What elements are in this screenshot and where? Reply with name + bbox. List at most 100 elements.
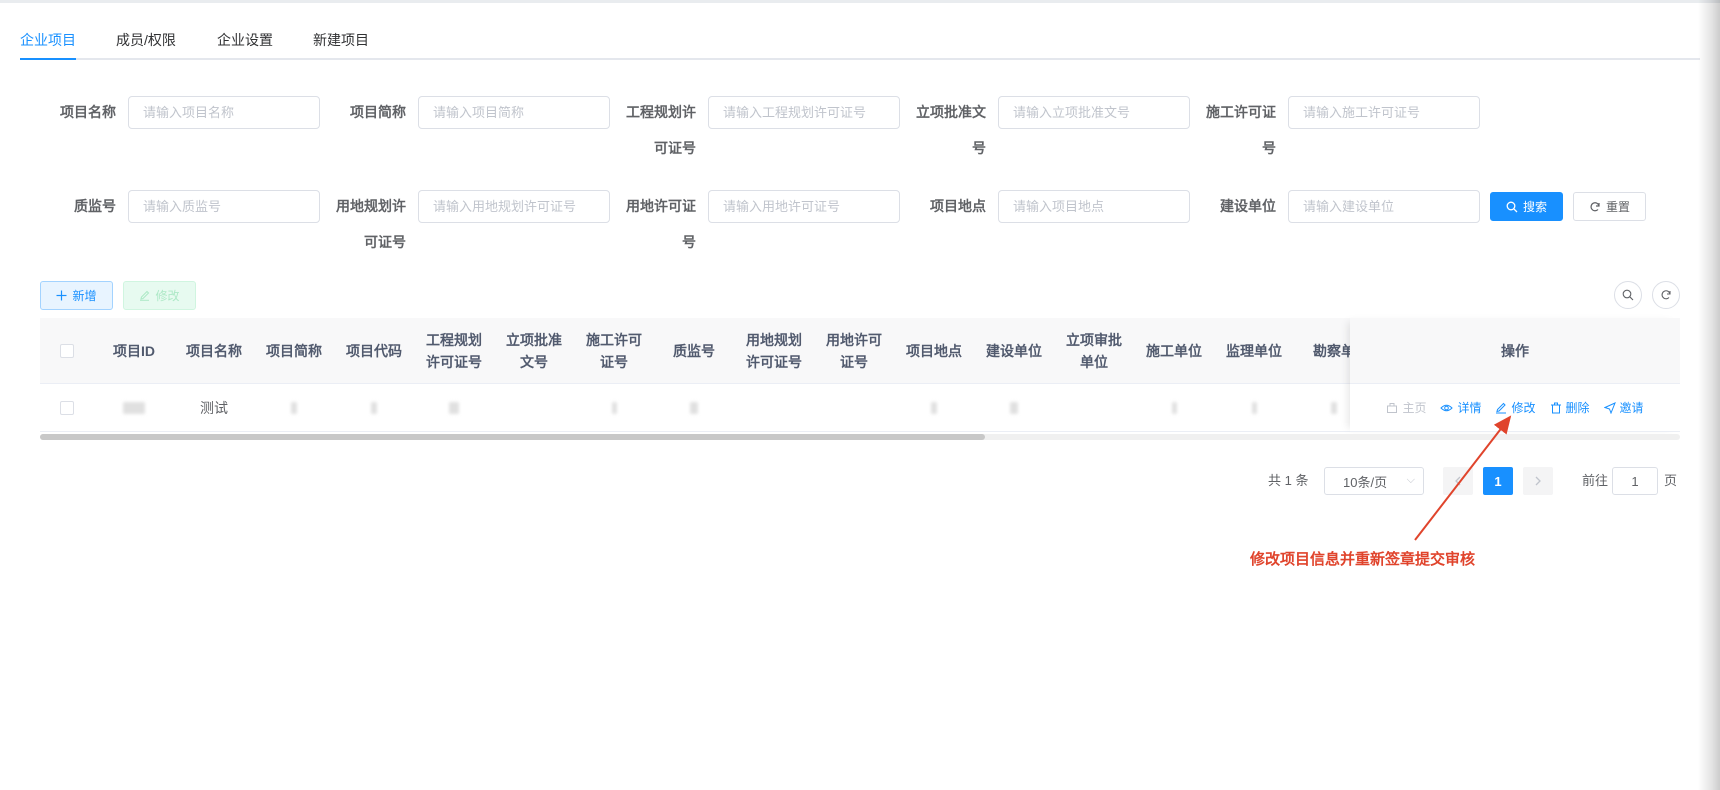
- redacted-value: [123, 402, 145, 414]
- goto-label: 前往: [1582, 473, 1609, 488]
- land-use-permit-input[interactable]: [708, 190, 900, 223]
- label-land-planning-permit-line2: 可证号: [364, 234, 406, 250]
- header-land-use-permit-line1: 用地许可: [826, 332, 882, 348]
- row-edit-action[interactable]: 修改: [1495, 399, 1536, 416]
- project-name-input[interactable]: [128, 96, 320, 129]
- header-approval-unit: 立项审批 单位: [1054, 318, 1134, 384]
- row-operations: 主页 详情 修改 删除 邀请: [1350, 384, 1680, 432]
- page-size-select[interactable]: 10条/页 ⌵: [1324, 467, 1424, 495]
- row-edit-action-label: 修改: [1511, 401, 1536, 415]
- label-project-name: 项目名称: [60, 104, 116, 120]
- approval-doc-input[interactable]: [998, 96, 1190, 129]
- window-top-edge: [0, 0, 1720, 3]
- header-quality-supervision-text: 质监号: [673, 343, 715, 359]
- scrollbar-thumb[interactable]: [40, 434, 985, 440]
- tab-enterprise-projects[interactable]: 企业项目: [20, 30, 76, 50]
- label-construction-permit-line1: 施工许可证: [1206, 104, 1276, 120]
- header-supervision-unit: 监理单位: [1214, 318, 1294, 384]
- tab-new-project[interactable]: 新建项目: [313, 30, 369, 50]
- search-icon: [1506, 201, 1518, 212]
- window-right-edge: [1698, 0, 1720, 790]
- header-construction-permit: 施工许可 证号: [574, 318, 654, 384]
- header-land-use-permit-line2: 证号: [840, 354, 868, 370]
- refresh-table-button[interactable]: [1652, 281, 1680, 309]
- redacted-value: [1171, 402, 1177, 414]
- label-approval-doc-line1: 立项批准文: [916, 104, 986, 120]
- construction-unit-input[interactable]: [1288, 190, 1480, 223]
- header-land-planning-permit-line2: 许可证号: [746, 354, 802, 370]
- header-approval-doc-line2: 文号: [520, 354, 548, 370]
- redacted-value: [931, 402, 937, 414]
- land-planning-permit-input[interactable]: [418, 190, 610, 223]
- label-land-use-permit-line1: 用地许可证: [626, 198, 696, 214]
- tab-enterprise-settings[interactable]: 企业设置: [217, 30, 273, 50]
- add-button[interactable]: 新增: [40, 281, 113, 310]
- edit-button-label: 修改: [155, 289, 180, 303]
- header-builder-unit: 施工单位: [1134, 318, 1214, 384]
- redacted-value: [371, 402, 377, 414]
- label-engineering-permit-line1: 工程规划许: [626, 104, 696, 120]
- delete-action[interactable]: 删除: [1550, 399, 1590, 416]
- header-quality-supervision: 质监号: [654, 318, 734, 384]
- select-all-checkbox[interactable]: [60, 344, 74, 358]
- cell-project-name: 测试: [200, 400, 228, 416]
- search-button[interactable]: 搜索: [1490, 192, 1563, 221]
- delete-action-label: 删除: [1565, 401, 1590, 415]
- edit-icon: [1496, 402, 1507, 413]
- header-project-code: 项目代码: [334, 318, 414, 384]
- engineering-permit-input[interactable]: [708, 96, 900, 129]
- pagination-total: 共 1 条: [1268, 473, 1309, 488]
- chevron-left-icon: [1455, 476, 1461, 486]
- tab-members-permissions[interactable]: 成员/权限: [116, 30, 176, 50]
- horizontal-scrollbar[interactable]: [40, 434, 1680, 440]
- header-land-use-permit: 用地许可 证号: [814, 318, 894, 384]
- cell-construction-unit: [974, 384, 1054, 432]
- goto-page-input[interactable]: [1612, 467, 1658, 495]
- cell-builder-unit: [1134, 384, 1214, 432]
- toggle-search-button[interactable]: [1614, 281, 1642, 309]
- project-short-name-input[interactable]: [418, 96, 610, 129]
- detail-action-label: 详情: [1457, 401, 1482, 415]
- header-construction-unit-text: 建设单位: [986, 343, 1042, 359]
- invite-action[interactable]: 邀请: [1603, 399, 1644, 416]
- home-icon: [1387, 402, 1398, 413]
- label-land-use-permit: 用地许可证 号: [616, 188, 696, 260]
- header-construction-permit-line1: 施工许可: [586, 332, 642, 348]
- home-action[interactable]: 主页: [1386, 399, 1426, 416]
- header-project-code-text: 项目代码: [346, 343, 402, 359]
- construction-permit-input[interactable]: [1288, 96, 1480, 129]
- invite-action-label: 邀请: [1619, 401, 1644, 415]
- header-approval-unit-line1: 立项审批: [1066, 332, 1122, 348]
- label-engineering-permit-line2: 可证号: [654, 140, 696, 156]
- cell-project-code: [334, 384, 414, 432]
- tab-bar: 企业项目 成员/权限 企业设置 新建项目: [20, 20, 1700, 60]
- label-engineering-permit: 工程规划许 可证号: [616, 94, 696, 166]
- redacted-value: [449, 402, 459, 414]
- redacted-value: [690, 402, 698, 414]
- edit-button[interactable]: 修改: [123, 281, 196, 310]
- header-project-short-name: 项目简称: [254, 318, 334, 384]
- header-construction-permit-line2: 证号: [600, 354, 628, 370]
- detail-action[interactable]: 详情: [1440, 399, 1481, 416]
- row-select-cell[interactable]: [40, 384, 94, 432]
- redacted-value: [611, 402, 617, 414]
- row-checkbox[interactable]: [60, 401, 74, 415]
- label-land-use-permit-line2: 号: [682, 234, 696, 250]
- send-icon: [1603, 401, 1616, 414]
- operations-column: 操作 主页 详情 修改 删除 邀请: [1350, 318, 1680, 432]
- refresh-icon: [1661, 290, 1671, 300]
- search-button-label: 搜索: [1522, 200, 1547, 214]
- label-land-planning-permit-line1: 用地规划许: [336, 198, 406, 214]
- prev-page-button[interactable]: [1443, 467, 1473, 495]
- quality-supervision-input[interactable]: [128, 190, 320, 223]
- project-location-input[interactable]: [998, 190, 1190, 223]
- header-project-name-text: 项目名称: [186, 343, 242, 359]
- reset-button[interactable]: 重置: [1573, 192, 1646, 221]
- next-page-button[interactable]: [1523, 467, 1553, 495]
- header-project-location-text: 项目地点: [906, 343, 962, 359]
- page-number-button[interactable]: 1: [1483, 467, 1513, 495]
- header-construction-unit: 建设单位: [974, 318, 1054, 384]
- header-select-all[interactable]: [40, 318, 94, 384]
- cell-construction-permit: [574, 384, 654, 432]
- header-project-id: 项目ID: [94, 318, 174, 384]
